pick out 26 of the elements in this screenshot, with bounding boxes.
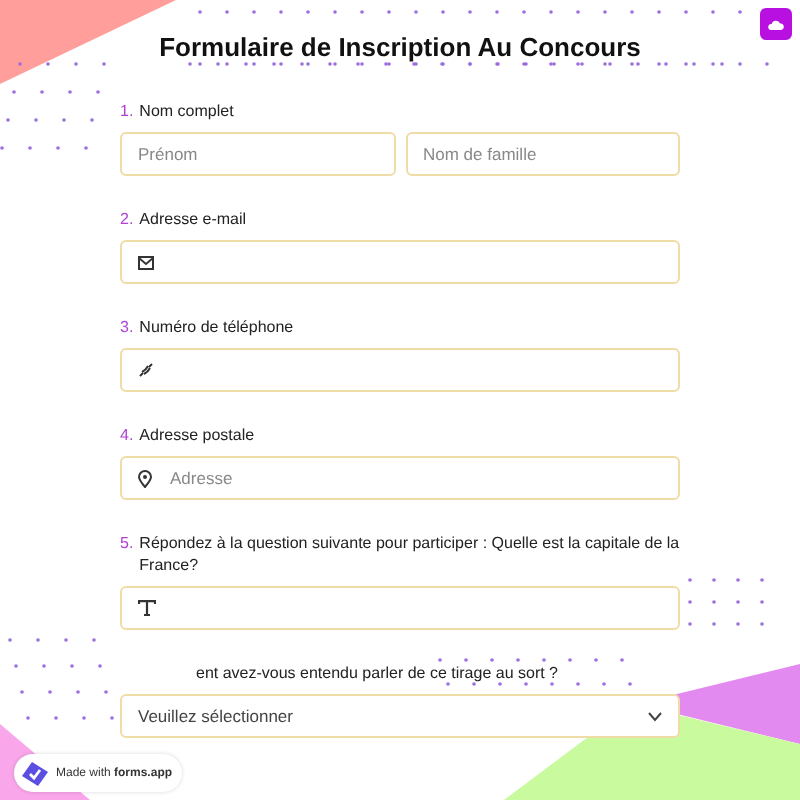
envelope-icon <box>138 255 154 269</box>
question-label: Adresse postale <box>139 424 255 446</box>
question-number: 2. <box>120 208 134 230</box>
location-pin-icon <box>138 469 152 487</box>
cloud-icon <box>768 19 784 29</box>
input-field[interactable]: Nom de famille <box>405 132 680 176</box>
question-number: 4. <box>120 424 134 446</box>
input-field[interactable] <box>120 586 680 630</box>
question-number: 3. <box>120 316 134 338</box>
cloud-button[interactable] <box>760 8 792 40</box>
input-field[interactable] <box>120 348 680 392</box>
input-field[interactable] <box>120 240 680 284</box>
form-title: Formulaire de Inscription Au Concours <box>157 32 643 64</box>
question-number: 1. <box>120 100 134 122</box>
text-t-icon <box>138 600 156 616</box>
question-number: 5. <box>120 532 134 556</box>
input-field[interactable]: Adresse <box>120 456 680 500</box>
chevron-down-icon <box>648 711 662 721</box>
dropdown-field[interactable]: Veuillez sélectionner <box>120 694 680 738</box>
question-label: ent avez-vous entendu parler de ce tirage au sort ? <box>196 662 558 684</box>
input-field[interactable]: Prénom <box>120 132 395 176</box>
question-label: Numéro de téléphone <box>139 316 294 338</box>
question-label: Répondez à la question suivante pour participer : Quelle est la capitale de la France? <box>139 532 680 576</box>
logo-icon <box>20 759 50 787</box>
question-label: Adresse e-mail <box>139 208 247 230</box>
question-label: Nom complet <box>139 100 234 122</box>
